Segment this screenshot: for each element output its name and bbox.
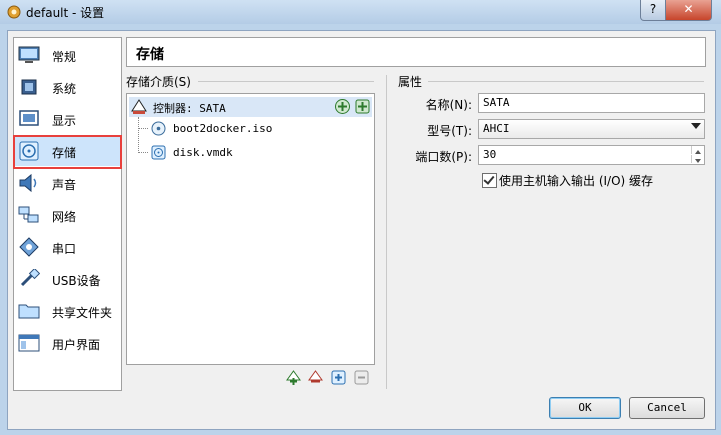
gear-icon — [7, 5, 21, 19]
usb-icon — [20, 269, 40, 287]
type-select[interactable]: AHCI — [478, 119, 705, 139]
nav-item-label: 显示 — [52, 114, 77, 128]
spin-down-icon[interactable] — [691, 155, 704, 163]
add-attachment-icon[interactable] — [330, 369, 347, 386]
ports-spinbox[interactable]: 30 — [478, 145, 705, 165]
window-icon — [18, 334, 40, 352]
name-value: SATA — [483, 96, 510, 109]
close-button[interactable]: ✕ — [665, 0, 712, 21]
add-controller-icon[interactable] — [285, 369, 302, 386]
controller-label: 控制器: SATA — [153, 102, 226, 115]
controller-icon — [131, 99, 147, 114]
nav-item-label: 共享文件夹 — [52, 306, 113, 320]
serial-port-icon — [19, 237, 39, 257]
nav-item-general[interactable]: 常规 — [14, 40, 121, 70]
host-cache-label[interactable]: 使用主机输入输出 (I/O) 缓存 — [499, 172, 653, 189]
folder-icon — [18, 304, 40, 319]
spin-up-icon[interactable] — [691, 146, 704, 154]
panel-separator — [386, 75, 387, 389]
help-button[interactable]: ? — [640, 0, 666, 21]
device-label: disk.vmdk — [173, 146, 233, 159]
nav-item-label: 网络 — [52, 210, 77, 224]
page-title: 存储 — [136, 47, 164, 63]
type-label: 型号(T): — [427, 124, 472, 138]
tree-guide — [138, 152, 148, 153]
page-header: 存储 — [126, 37, 706, 67]
window-title: default - 设置 — [26, 6, 105, 20]
display-icon — [19, 110, 39, 126]
chevron-down-icon — [691, 123, 701, 129]
nav-item-system[interactable]: 系统 — [14, 72, 121, 102]
storage-tree[interactable]: 控制器: SATA boot2docker.iso disk.vmdk — [126, 93, 375, 365]
nav-item-storage[interactable]: 存储 — [13, 135, 122, 169]
name-label: 名称(N): — [425, 98, 472, 112]
remove-controller-icon[interactable] — [307, 369, 324, 386]
nav-item-label: 串口 — [52, 242, 77, 256]
section-divider — [428, 81, 704, 82]
section-divider — [198, 81, 374, 82]
type-value: AHCI — [483, 122, 510, 135]
nav-item-label: 存储 — [52, 146, 77, 160]
nav-item-label: 常规 — [52, 50, 77, 64]
storage-section-label: 存储介质(S) — [126, 75, 191, 89]
tree-row-device[interactable]: boot2docker.iso — [151, 119, 366, 139]
tree-guide — [138, 117, 139, 151]
nav-item-display[interactable]: 显示 — [14, 104, 121, 134]
nav-item-audio[interactable]: 声音 — [14, 168, 121, 198]
settings-content: 常规 系统 显示 存储 声音 网络 串口 USB设备 共享文件夹 用户界面 存储… — [7, 30, 716, 430]
hard-disk-icon — [151, 145, 166, 160]
nav-item-label: 声音 — [52, 178, 77, 192]
nav-item-usb[interactable]: USB设备 — [14, 264, 121, 294]
title-bar[interactable]: default - 设置 ? ✕ — [0, 0, 721, 24]
host-cache-checkbox[interactable] — [482, 173, 497, 188]
speaker-icon — [19, 173, 37, 193]
device-label: boot2docker.iso — [173, 122, 273, 135]
ports-label: 端口数(P): — [415, 150, 472, 164]
cancel-button[interactable]: Cancel — [629, 397, 705, 419]
optical-disc-icon — [151, 121, 166, 136]
network-icon — [18, 206, 39, 223]
attributes-section-label: 属性 — [398, 75, 423, 89]
ok-button[interactable]: OK — [549, 397, 621, 419]
nav-item-serial-ports[interactable]: 串口 — [14, 232, 121, 262]
nav-item-network[interactable]: 网络 — [14, 200, 121, 230]
monitor-icon — [18, 46, 40, 63]
add-optical-drive-icon[interactable] — [334, 98, 351, 115]
nav-item-label: USB设备 — [52, 274, 101, 288]
tree-guide — [138, 128, 148, 129]
settings-window: default - 设置 ? ✕ 常规 系统 显示 存储 声音 网络 串口 US… — [0, 0, 721, 435]
name-field[interactable]: SATA — [478, 93, 705, 113]
nav-item-user-interface[interactable]: 用户界面 — [14, 328, 121, 358]
nav-item-shared-folders[interactable]: 共享文件夹 — [14, 296, 121, 326]
tree-row-device[interactable]: disk.vmdk — [151, 143, 366, 163]
remove-attachment-icon[interactable] — [353, 369, 370, 386]
add-hard-disk-icon[interactable] — [354, 98, 371, 115]
ports-value: 30 — [483, 148, 497, 161]
chip-icon — [21, 79, 37, 95]
storage-disc-icon — [19, 141, 39, 161]
settings-nav: 常规 系统 显示 存储 声音 网络 串口 USB设备 共享文件夹 用户界面 — [13, 37, 122, 391]
nav-item-label: 系统 — [52, 82, 77, 96]
tree-row-controller[interactable]: 控制器: SATA — [129, 97, 372, 117]
nav-item-label: 用户界面 — [52, 338, 101, 352]
